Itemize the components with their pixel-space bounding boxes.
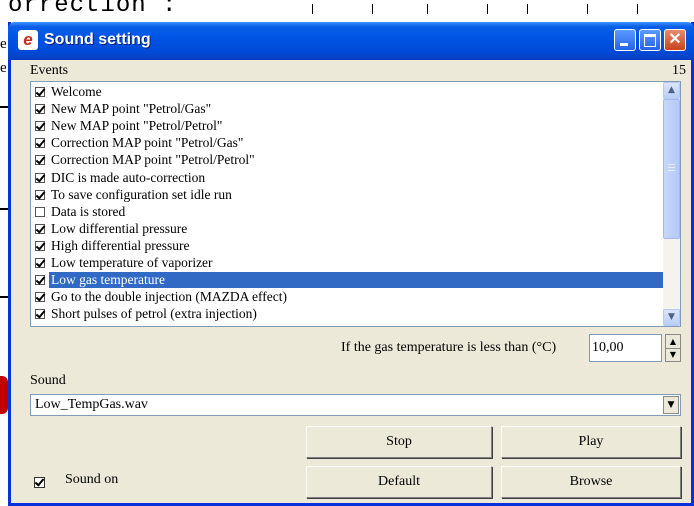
background-ruler-tick — [372, 4, 373, 14]
event-checkbox[interactable] — [35, 223, 45, 234]
event-checkbox[interactable] — [35, 155, 45, 166]
event-list-item[interactable]: Go to the double injection (MAZDA effect… — [33, 289, 663, 305]
background-ruler-tick — [637, 4, 638, 14]
background-red-shape — [0, 376, 8, 414]
event-label: Welcome — [51, 84, 102, 99]
temperature-threshold-input[interactable] — [589, 334, 662, 362]
sound-file-select[interactable]: Low_TempGas.wav ▼ — [30, 394, 681, 416]
play-button[interactable]: Play — [501, 426, 681, 458]
event-label: New MAP point "Petrol/Petrol" — [51, 118, 223, 134]
background-dash — [0, 296, 8, 298]
event-list-item[interactable]: Correction MAP point "Petrol/Petrol" — [33, 152, 663, 168]
event-label: To save configuration set idle run — [51, 186, 232, 202]
app-icon: e — [18, 30, 38, 50]
events-label: Events — [30, 63, 69, 78]
stop-button[interactable]: Stop — [306, 426, 492, 458]
event-checkbox[interactable] — [35, 121, 45, 132]
background-ruler-tick — [587, 4, 588, 14]
event-list-item[interactable]: New MAP point "Petrol/Gas" — [33, 101, 663, 117]
background-ruler-tick — [312, 4, 313, 14]
event-label: High differential pressure — [51, 237, 190, 253]
background-dash — [0, 208, 8, 210]
background-letter: e — [0, 60, 7, 76]
event-list-item[interactable]: Low temperature of vaporizer — [33, 255, 663, 271]
events-list[interactable]: Welcome New MAP point "Petrol/Gas" New MAP… — [30, 81, 681, 327]
background-dash — [0, 106, 8, 108]
sound-label: Sound — [30, 373, 66, 388]
event-list-item[interactable]: Welcome — [33, 84, 663, 100]
event-list-item[interactable]: DIC is made auto-correction — [33, 170, 663, 186]
event-checkbox[interactable] — [35, 275, 45, 286]
events-count: 15 — [672, 63, 686, 78]
event-label: Low temperature of vaporizer — [51, 255, 213, 270]
event-list-item[interactable]: To save configuration set idle run — [33, 187, 663, 203]
event-label: Short pulses of petrol (extra injection) — [51, 306, 257, 322]
event-list-item[interactable]: Correction MAP point "Petrol/Gas" — [33, 135, 663, 151]
chevron-down-icon[interactable]: ▼ — [663, 396, 679, 414]
event-label: New MAP point "Petrol/Gas" — [51, 101, 212, 117]
event-list-item[interactable]: Low differential pressure — [33, 221, 663, 237]
scroll-thumb[interactable] — [663, 99, 680, 239]
default-button[interactable]: Default — [306, 466, 492, 498]
minimize-button[interactable] — [614, 29, 636, 51]
event-list-item[interactable]: High differential pressure — [33, 238, 663, 254]
event-label: DIC is made auto-correction — [51, 169, 206, 185]
event-label: Low differential pressure — [51, 220, 188, 236]
maximize-button[interactable] — [639, 29, 661, 51]
sound-on-checkbox[interactable] — [34, 477, 45, 488]
temperature-spinner[interactable]: ▲ ▼ — [665, 334, 681, 362]
background-ruler-tick — [427, 4, 428, 14]
event-checkbox[interactable] — [35, 258, 45, 268]
title-bar[interactable]: e Sound setting ✕ — [8, 22, 694, 60]
spin-down-icon[interactable]: ▼ — [666, 348, 680, 361]
event-checkbox[interactable] — [35, 87, 45, 97]
close-button[interactable]: ✕ — [664, 29, 686, 51]
event-list-item[interactable]: Short pulses of petrol (extra injection) — [33, 306, 663, 322]
window-title: Sound setting — [44, 31, 151, 48]
event-checkbox[interactable] — [35, 104, 45, 115]
event-label: Low gas temperature — [49, 272, 663, 289]
events-scrollbar[interactable]: ▲ ▼ — [663, 82, 680, 326]
event-label: Correction MAP point "Petrol/Gas" — [51, 135, 244, 151]
event-label: Correction MAP point "Petrol/Petrol" — [51, 152, 255, 168]
event-checkbox[interactable] — [35, 309, 45, 320]
event-checkbox[interactable] — [35, 189, 45, 200]
event-checkbox[interactable] — [35, 138, 45, 149]
event-label: Go to the double injection (MAZDA effect… — [51, 289, 287, 305]
background-letter: e — [0, 36, 7, 52]
background-ruler-tick — [527, 4, 528, 14]
event-checkbox[interactable] — [35, 240, 45, 251]
event-checkbox[interactable] — [35, 292, 45, 303]
event-checkbox[interactable] — [35, 206, 45, 217]
scroll-up-button[interactable]: ▲ — [663, 82, 680, 99]
background-text-fragment: orrection : — [8, 0, 178, 19]
event-list-item[interactable]: Low gas temperature — [33, 272, 663, 289]
sound-file-value: Low_TempGas.wav — [35, 397, 148, 412]
event-list-item[interactable]: New MAP point "Petrol/Petrol" — [33, 118, 663, 134]
background-ruler-tick — [487, 4, 488, 14]
event-list-item[interactable]: Data is stored — [33, 204, 663, 220]
event-checkbox[interactable] — [35, 172, 45, 183]
close-icon: ✕ — [668, 31, 682, 48]
spin-up-icon[interactable]: ▲ — [666, 335, 680, 349]
sound-on-label: Sound on — [65, 472, 119, 487]
browse-button[interactable]: Browse — [501, 466, 681, 498]
scroll-down-button[interactable]: ▼ — [663, 309, 680, 326]
temperature-threshold-label: If the gas temperature is less than (°C) — [341, 340, 557, 355]
event-label: Data is stored — [51, 203, 126, 219]
